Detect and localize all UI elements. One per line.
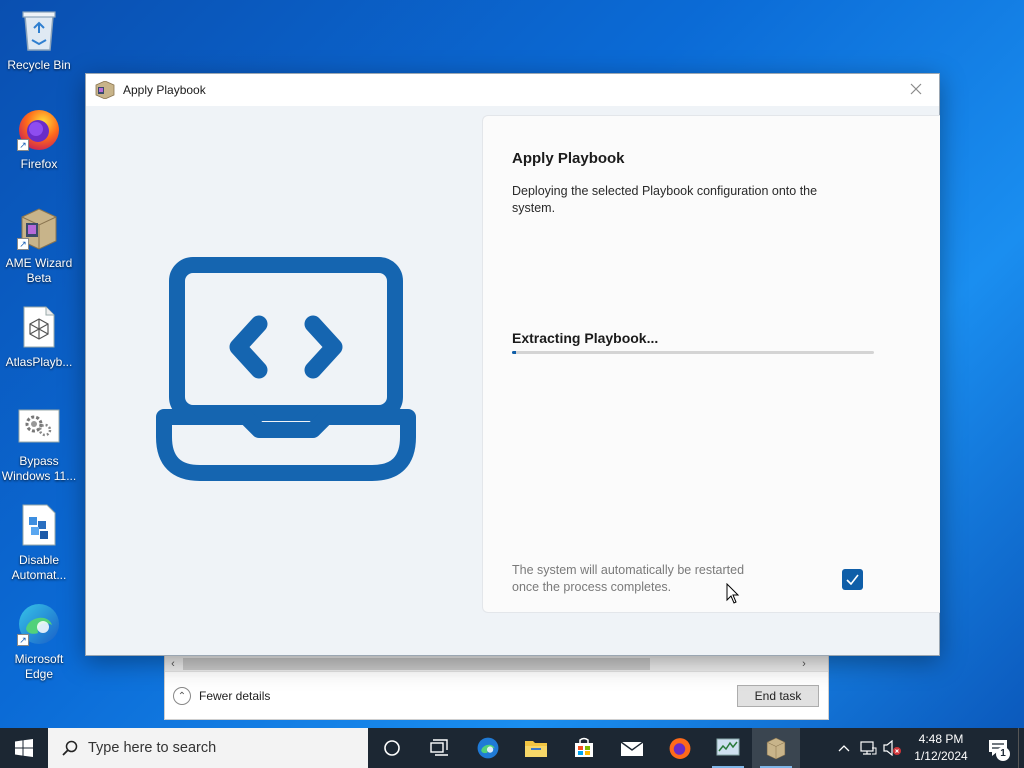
desktop-icon-firefox[interactable]: ↗ Firefox — [0, 105, 78, 172]
horizontal-scrollbar[interactable]: ‹ › — [165, 656, 828, 672]
firefox-icon: ↗ — [15, 105, 63, 153]
desktop-icon-label: AME Wizard Beta — [5, 256, 73, 285]
desktop-icon-label: AtlasPlayb... — [5, 355, 73, 369]
task-manager-icon — [716, 738, 740, 756]
fewer-details-label: Fewer details — [199, 689, 271, 703]
panel-description: Deploying the selected Playbook configur… — [512, 184, 818, 215]
clock-time: 4:48 PM — [918, 732, 964, 746]
search-icon — [62, 740, 78, 756]
end-task-button[interactable]: End task — [737, 685, 819, 707]
recycle-bin-icon — [15, 6, 63, 54]
show-desktop-button[interactable] — [1018, 728, 1024, 768]
network-icon — [860, 741, 877, 755]
progress-bar — [512, 351, 874, 354]
ame-wizard-icon — [766, 737, 786, 760]
mouse-cursor-icon — [726, 583, 740, 604]
show-hidden-icons-button[interactable] — [832, 728, 856, 768]
checkmark-icon — [846, 574, 859, 585]
taskbar-store[interactable] — [560, 728, 608, 768]
restart-checkbox[interactable] — [842, 569, 863, 590]
chevron-up-icon: ⌃ — [173, 687, 191, 705]
status-text: Extracting Playbook... — [512, 330, 659, 346]
desktop-icon-bypass-windows[interactable]: Bypass Windows 11... — [0, 402, 78, 484]
action-center-button[interactable]: 1 — [978, 728, 1018, 768]
laptop-code-icon — [156, 257, 416, 481]
desktop-icon-label: Disable Automat... — [11, 553, 67, 582]
taskbar-task-manager[interactable] — [704, 728, 752, 768]
app-icon — [95, 81, 115, 99]
task-manager-footer: ⌃ Fewer details End task — [165, 677, 828, 719]
firefox-icon — [669, 738, 691, 759]
playbook-panel: Apply Playbook Deploying the selected Pl… — [482, 115, 940, 613]
edge-icon: ↗ — [15, 600, 63, 648]
task-view-button[interactable] — [416, 728, 464, 768]
progress-fill — [512, 351, 516, 354]
close-icon — [910, 83, 922, 95]
taskbar-file-explorer[interactable] — [512, 728, 560, 768]
desktop: Recycle Bin ↗ Firefox ↗ AME Wizard Beta … — [0, 0, 1024, 728]
notification-badge: 1 — [996, 747, 1010, 761]
taskbar: Type here to search 4:48 PM 1/12/2024 1 — [0, 728, 1024, 768]
taskbar-firefox[interactable] — [656, 728, 704, 768]
system-tray: 4:48 PM 1/12/2024 1 — [832, 728, 1024, 768]
edge-icon — [477, 737, 499, 759]
desktop-icon-microsoft-edge[interactable]: ↗ Microsoft Edge — [0, 600, 78, 682]
playbook-file-icon — [15, 303, 63, 351]
windows-logo-icon — [15, 739, 33, 757]
network-button[interactable] — [856, 728, 880, 768]
ame-wizard-icon: ↗ — [15, 204, 63, 252]
cortana-button[interactable] — [368, 728, 416, 768]
desktop-icon-label: Firefox — [20, 157, 58, 171]
taskbar-edge[interactable] — [464, 728, 512, 768]
panel-heading: Apply Playbook — [512, 150, 625, 167]
fewer-details-button[interactable]: ⌃ Fewer details — [173, 687, 270, 705]
volume-button[interactable] — [880, 728, 904, 768]
store-icon — [575, 737, 593, 757]
shortcut-arrow-icon: ↗ — [17, 634, 29, 646]
folder-icon — [525, 741, 547, 757]
task-view-icon — [430, 739, 448, 756]
taskbar-mail[interactable] — [608, 728, 656, 768]
scrollbar-thumb[interactable] — [183, 658, 650, 670]
search-placeholder: Type here to search — [88, 740, 217, 756]
desktop-icon-ame-wizard[interactable]: ↗ AME Wizard Beta — [0, 204, 78, 286]
title-bar[interactable]: Apply Playbook — [86, 74, 939, 106]
registry-file-icon — [15, 501, 63, 549]
shortcut-arrow-icon: ↗ — [17, 238, 29, 250]
desktop-icon-disable-automatic[interactable]: Disable Automat... — [0, 501, 78, 583]
desktop-icon-label: Recycle Bin — [7, 58, 71, 72]
mail-icon — [620, 741, 644, 756]
desktop-icon-recycle-bin[interactable]: Recycle Bin — [0, 6, 78, 73]
apply-playbook-window: Apply Playbook Apply Playbook Deploying … — [85, 73, 940, 656]
desktop-icon-label: Bypass Windows 11... — [1, 454, 77, 483]
desktop-icon-label: Microsoft Edge — [14, 652, 64, 681]
scroll-right-icon[interactable]: › — [796, 656, 812, 672]
clock-date: 1/12/2024 — [914, 749, 968, 763]
clock[interactable]: 4:48 PM 1/12/2024 — [904, 731, 978, 765]
volume-muted-icon — [883, 740, 901, 756]
start-button[interactable] — [0, 728, 48, 768]
settings-file-icon — [15, 402, 63, 450]
task-manager-window: ‹ › ⌃ Fewer details End task — [164, 650, 829, 720]
scroll-left-icon[interactable]: ‹ — [165, 656, 181, 672]
chevron-up-icon — [838, 745, 850, 752]
close-button[interactable] — [893, 74, 939, 104]
desktop-icon-atlas-playbook[interactable]: AtlasPlayb... — [0, 303, 78, 370]
search-box[interactable]: Type here to search — [48, 728, 368, 768]
shortcut-arrow-icon: ↗ — [17, 139, 29, 151]
window-title: Apply Playbook — [123, 83, 206, 97]
cortana-icon — [384, 740, 400, 756]
taskbar-ame-wizard[interactable] — [752, 728, 800, 768]
